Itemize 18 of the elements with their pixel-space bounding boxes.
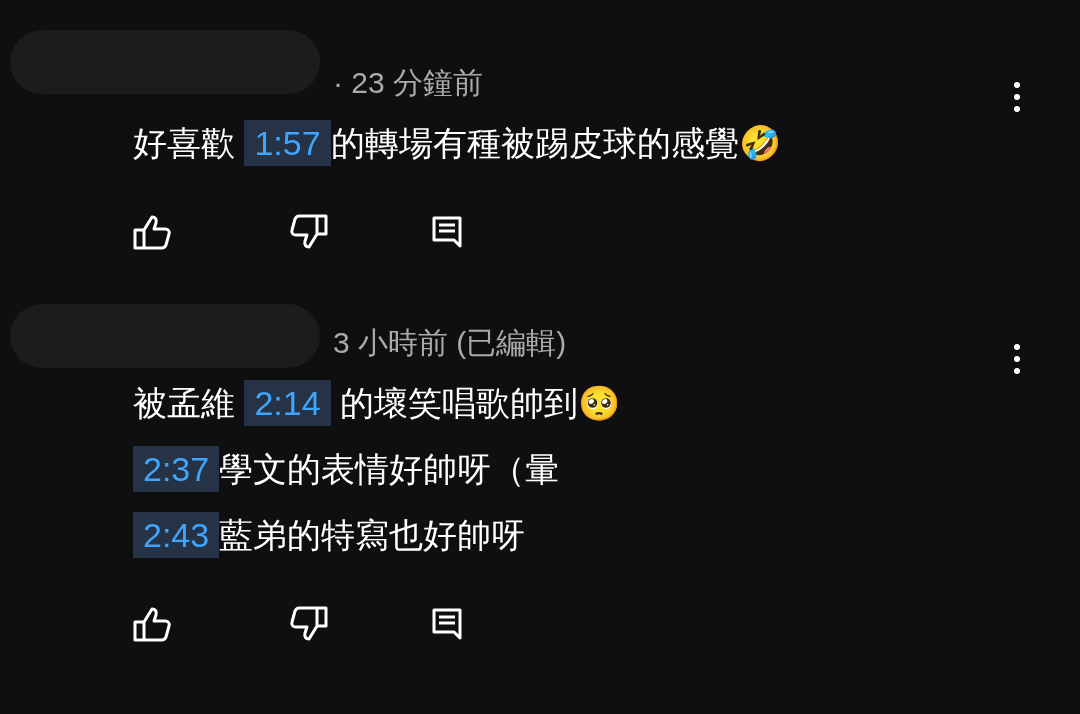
timestamp-link[interactable]: 2:14 bbox=[244, 380, 331, 426]
thumbs-down-icon[interactable] bbox=[288, 606, 328, 642]
comment-text: 好喜歡 1:57 的轉場有種被踢皮球的感覺🤣 bbox=[133, 120, 1040, 166]
thumbs-down-icon[interactable] bbox=[288, 214, 328, 250]
reply-icon[interactable] bbox=[432, 214, 462, 250]
more-options-icon[interactable] bbox=[1012, 80, 1022, 114]
reply-icon[interactable] bbox=[432, 606, 462, 642]
thumbs-up-icon[interactable] bbox=[133, 214, 173, 250]
comment-text: 被孟維 2:14 的壞笑唱歌帥到🥺 bbox=[133, 380, 1040, 426]
timestamp-link[interactable]: 1:57 bbox=[244, 120, 331, 166]
more-options-icon[interactable] bbox=[1012, 342, 1022, 376]
timestamp-link[interactable]: 2:43 bbox=[133, 512, 220, 558]
comment-meta: 3 小時前 (已編輯) bbox=[333, 324, 567, 361]
thumbs-up-icon[interactable] bbox=[133, 606, 173, 642]
comment-text: 2:37 學文的表情好帥呀（暈 bbox=[133, 446, 1040, 492]
timestamp-link[interactable]: 2:37 bbox=[133, 446, 220, 492]
comment-text: 2:43 藍弟的特寫也好帥呀 bbox=[133, 512, 1040, 558]
comment-meta: · 23 分鐘前 bbox=[333, 64, 484, 101]
